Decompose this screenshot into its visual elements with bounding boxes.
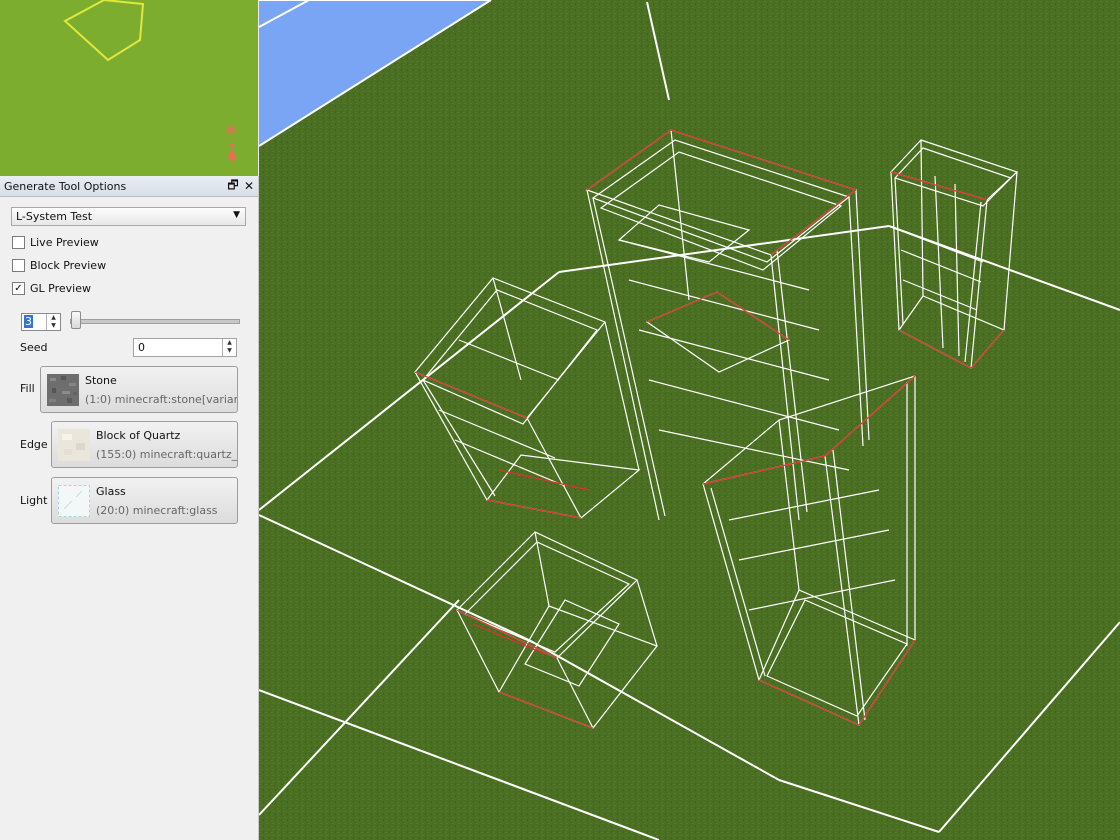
live-preview-label: Live Preview xyxy=(30,236,99,249)
minimap[interactable]: N xyxy=(0,0,258,176)
edge-block-name: Block of Quartz xyxy=(96,429,181,442)
block-preview-label: Block Preview xyxy=(30,259,107,272)
3d-viewport[interactable] xyxy=(259,0,1120,840)
generator-select-value: L-System Test xyxy=(16,210,93,223)
spin-arrows[interactable]: ▲ ▼ xyxy=(222,339,236,356)
fill-block-id: (1:0) minecraft:stone[variant= xyxy=(85,393,238,406)
gl-preview-checkbox[interactable]: ✓ GL Preview xyxy=(12,282,91,295)
panel-titlebar[interactable]: Generate Tool Options 🗗 ✕ xyxy=(0,176,258,197)
spin-down-icon[interactable]: ▼ xyxy=(223,347,236,355)
viewport-canvas xyxy=(259,0,1120,840)
live-preview-checkbox[interactable]: Live Preview xyxy=(12,236,99,249)
light-block-name: Glass xyxy=(96,485,126,498)
checkmark-icon: ✓ xyxy=(14,282,23,294)
spin-down-icon[interactable]: ▼ xyxy=(47,322,60,330)
light-block-id: (20:0) minecraft:glass xyxy=(96,504,218,517)
light-block-button[interactable]: Glass (20:0) minecraft:glass xyxy=(51,477,238,524)
compass-label: N xyxy=(227,125,236,136)
minimap-selection-outline xyxy=(63,0,145,62)
seed-label: Seed xyxy=(20,341,48,354)
ground-plane xyxy=(259,0,1120,840)
compass-arrow-icon xyxy=(228,148,236,162)
iterations-spinbox[interactable]: 3 ▲ ▼ xyxy=(21,313,61,331)
block-preview-checkbox[interactable]: Block Preview xyxy=(12,259,106,272)
iterations-value: 3 xyxy=(24,315,33,328)
spin-up-icon[interactable]: ▲ xyxy=(223,339,236,347)
generate-tool-options-panel: Generate Tool Options 🗗 ✕ L-System Test … xyxy=(0,176,259,840)
seed-input[interactable]: 0 ▲ ▼ xyxy=(133,338,237,357)
quartz-texture-icon xyxy=(58,429,90,461)
iterations-slider-track[interactable] xyxy=(70,319,240,324)
checkbox-box-checked[interactable]: ✓ xyxy=(12,282,25,295)
light-label: Light xyxy=(20,494,48,507)
edge-label: Edge xyxy=(20,438,48,451)
glass-texture-icon xyxy=(58,485,90,517)
checkbox-box[interactable] xyxy=(12,259,25,272)
fill-label: Fill xyxy=(20,382,35,395)
compass-arrow-tip xyxy=(229,143,235,148)
stone-texture-icon xyxy=(47,374,79,406)
spin-arrows[interactable]: ▲ ▼ xyxy=(46,314,60,330)
minimap-canvas xyxy=(63,0,236,162)
fill-block-name: Stone xyxy=(85,374,117,387)
restore-window-icon[interactable]: 🗗 xyxy=(226,178,240,193)
fill-block-button[interactable]: Stone (1:0) minecraft:stone[variant= xyxy=(40,366,238,413)
edge-block-button[interactable]: Block of Quartz (155:0) minecraft:quartz… xyxy=(51,421,238,468)
edge-block-id: (155:0) minecraft:quartz_bl xyxy=(96,448,238,461)
generator-select[interactable]: L-System Test ▼ xyxy=(11,207,246,226)
spin-up-icon[interactable]: ▲ xyxy=(47,314,60,322)
close-icon[interactable]: ✕ xyxy=(242,179,256,193)
chevron-down-icon: ▼ xyxy=(233,210,240,220)
seed-value: 0 xyxy=(138,341,145,354)
gl-preview-label: GL Preview xyxy=(30,282,91,295)
iterations-slider-handle[interactable] xyxy=(71,311,81,329)
checkbox-box[interactable] xyxy=(12,236,25,249)
panel-title: Generate Tool Options xyxy=(4,179,127,193)
